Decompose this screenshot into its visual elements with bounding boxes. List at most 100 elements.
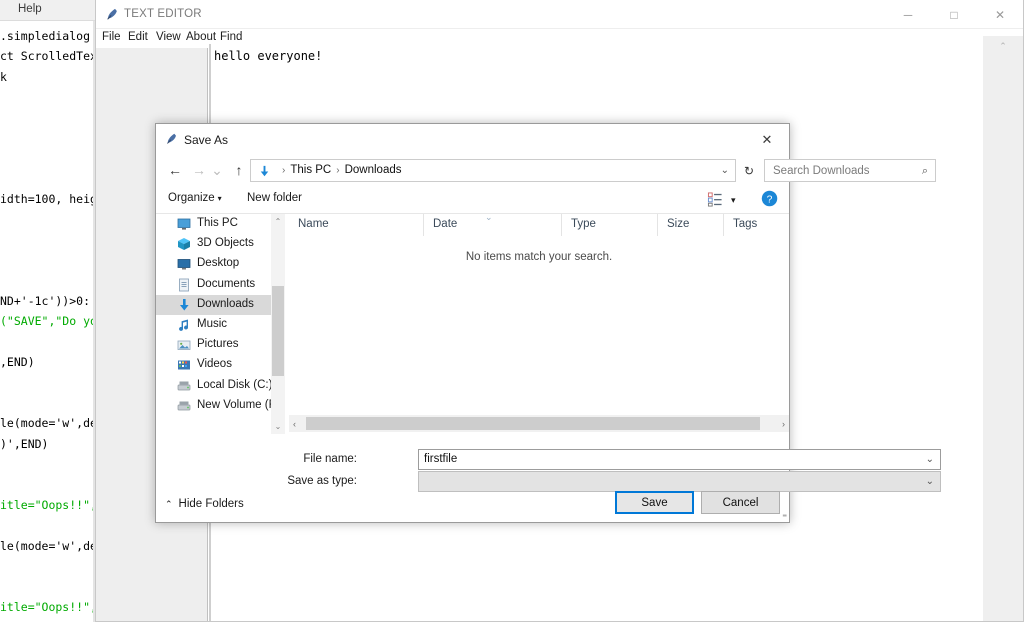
text-editor-scrollbar[interactable]: ⌃ [983, 36, 1023, 621]
text-editor-content: hello everyone! [214, 49, 323, 63]
idle-code-line: ct ScrolledTex [0, 49, 95, 64]
menu-item-file[interactable]: File [102, 31, 121, 43]
idle-code-line [0, 250, 95, 270]
tree-item-documents[interactable]: Documents [156, 275, 271, 295]
idle-code-area[interactable]: .simpledialog ct ScrolledTex k idth=100, he… [0, 26, 95, 617]
tree-item-this-pc[interactable]: This PC [156, 214, 271, 234]
tree-item-label: New Volume (F:) [197, 398, 271, 411]
save-button[interactable]: Save [615, 491, 694, 514]
document-icon [179, 278, 189, 292]
save-as-type-label: Save as type: [287, 475, 357, 487]
search-box[interactable]: Search Downloads ⌕ [764, 159, 936, 182]
tree-item-label: This PC [197, 217, 238, 229]
idle-menu-help[interactable]: Help [18, 3, 42, 15]
save-as-dialog: Save As ✕ ← → ⌄ ↑ › This PC › Downloads … [155, 123, 941, 523]
new-folder-button[interactable]: New folder [247, 192, 302, 204]
breadcrumb[interactable]: › This PC › Downloads [277, 164, 402, 176]
tree-item-label: Downloads [197, 297, 254, 310]
column-header-label: Tags [733, 218, 758, 230]
tree-item-videos[interactable]: Videos [156, 355, 271, 375]
resize-grip-icon[interactable]: ▪▪ [782, 511, 787, 520]
breadcrumb-item[interactable]: Downloads [345, 164, 402, 176]
tree-item-local-disk-c[interactable]: Local Disk (C:) [156, 376, 271, 396]
refresh-icon: ↻ [743, 163, 755, 178]
menu-item-find[interactable]: Find [220, 31, 242, 43]
back-button[interactable]: ← [164, 159, 186, 181]
chevron-down-icon: ⌄ [211, 162, 223, 178]
file-name-label: File name: [303, 453, 357, 465]
navigation-tree[interactable]: This PC 3D Objects Desktop Documents Downloa… [156, 214, 271, 449]
tree-item-label: 3D Objects [197, 237, 254, 250]
idle-code-line [0, 373, 95, 393]
maximize-icon: □ [950, 7, 958, 22]
breadcrumb-item[interactable]: This PC [290, 164, 331, 176]
python-idle-window: Help .simpledialog ct ScrolledTex k idth=10… [0, 0, 95, 622]
recent-locations-button[interactable]: ⌄ [209, 159, 225, 181]
column-header-type[interactable]: Type [561, 214, 657, 236]
dialog-close-button[interactable]: ✕ [745, 124, 789, 155]
feather-icon [167, 133, 176, 144]
desktop-icon [177, 259, 191, 270]
idle-code-line: itle="Oops!!", [0, 599, 95, 614]
file-list-hscrollbar[interactable]: ‹ › [289, 415, 789, 432]
scroll-right-icon[interactable]: › [782, 419, 785, 429]
download-icon [180, 298, 189, 311]
view-layout-icon[interactable] [707, 192, 723, 207]
scroll-up-icon[interactable]: ⌃ [999, 42, 1007, 51]
minimize-button[interactable]: ─ [885, 0, 931, 29]
svg-text:?: ? [767, 194, 773, 205]
dialog-body: This PC 3D Objects Desktop Documents Downloa… [156, 212, 789, 449]
idle-code-line [0, 87, 95, 107]
idle-code-line: .simpledialog [0, 29, 91, 43]
hscrollbar-thumb[interactable] [306, 417, 760, 430]
help-icon[interactable]: ? [761, 190, 778, 207]
organize-label: Organize [168, 192, 215, 204]
navigation-bar: ← → ⌄ ↑ › This PC › Downloads ⌄ ↻ Search… [156, 155, 936, 186]
column-header-label: Date [433, 218, 458, 230]
organize-button[interactable]: Organize ▾ [168, 192, 222, 204]
sort-indicator-icon: ⌄ [485, 212, 493, 222]
menu-item-about[interactable]: About [186, 31, 216, 43]
scroll-down-icon[interactable]: ⌄ [275, 422, 282, 431]
up-arrow-icon: ↑ [235, 162, 243, 178]
tree-item-pictures[interactable]: Pictures [156, 335, 271, 355]
scroll-left-icon[interactable]: ‹ [293, 419, 296, 429]
refresh-button[interactable]: ↻ [738, 159, 760, 182]
view-options-caret-icon[interactable]: ▾ [731, 195, 736, 206]
scroll-up-icon[interactable]: ⌃ [275, 217, 282, 226]
forward-arrow-icon: → [192, 162, 206, 178]
hide-folders-label: Hide Folders [178, 498, 244, 510]
column-header-size[interactable]: Size [657, 214, 723, 236]
tree-item-music[interactable]: Music [156, 315, 271, 335]
up-button[interactable]: ↑ [228, 159, 250, 181]
drive-icon [177, 381, 191, 390]
chevron-down-icon[interactable]: ⌄ [926, 454, 934, 465]
chevron-down-icon[interactable]: ⌄ [926, 476, 934, 487]
file-name-input[interactable]: firstfile ⌄ [418, 449, 941, 470]
file-list[interactable]: Name Date Type Size Tags ⌄ No items match yo… [289, 212, 789, 449]
video-icon [178, 360, 190, 370]
cancel-button[interactable]: Cancel [701, 491, 780, 514]
menu-item-edit[interactable]: Edit [128, 31, 148, 43]
hide-folders-toggle[interactable]: ⌃ Hide Folders [165, 498, 244, 510]
address-bar[interactable]: › This PC › Downloads ⌄ [250, 159, 736, 182]
scrollbar-thumb[interactable] [272, 286, 284, 376]
menu-item-view[interactable]: View [156, 31, 181, 43]
dialog-form: File name: firstfile ⌄ Save as type: ⌄ [156, 449, 941, 523]
maximize-button[interactable]: □ [931, 0, 977, 29]
close-button[interactable]: ✕ [977, 0, 1023, 29]
chevron-down-icon[interactable]: ⌄ [721, 165, 729, 176]
tree-item-downloads[interactable]: Downloads [156, 294, 271, 315]
breadcrumb-separator: › [282, 165, 286, 176]
column-header-tags[interactable]: Tags [723, 214, 789, 236]
tree-item-desktop[interactable]: Desktop [156, 254, 271, 274]
idle-code-line [0, 556, 95, 576]
save-as-type-select[interactable]: ⌄ [418, 471, 941, 492]
idle-code-line [0, 515, 95, 535]
forward-button[interactable]: → [188, 159, 210, 181]
tree-item-3d-objects[interactable]: 3D Objects [156, 234, 271, 254]
tree-item-new-volume-f[interactable]: New Volume (F:) [156, 396, 271, 416]
tree-scrollbar[interactable]: ⌃ ⌄ [271, 214, 285, 434]
column-header-label: Type [571, 218, 596, 230]
column-header-name[interactable]: Name [289, 214, 423, 236]
